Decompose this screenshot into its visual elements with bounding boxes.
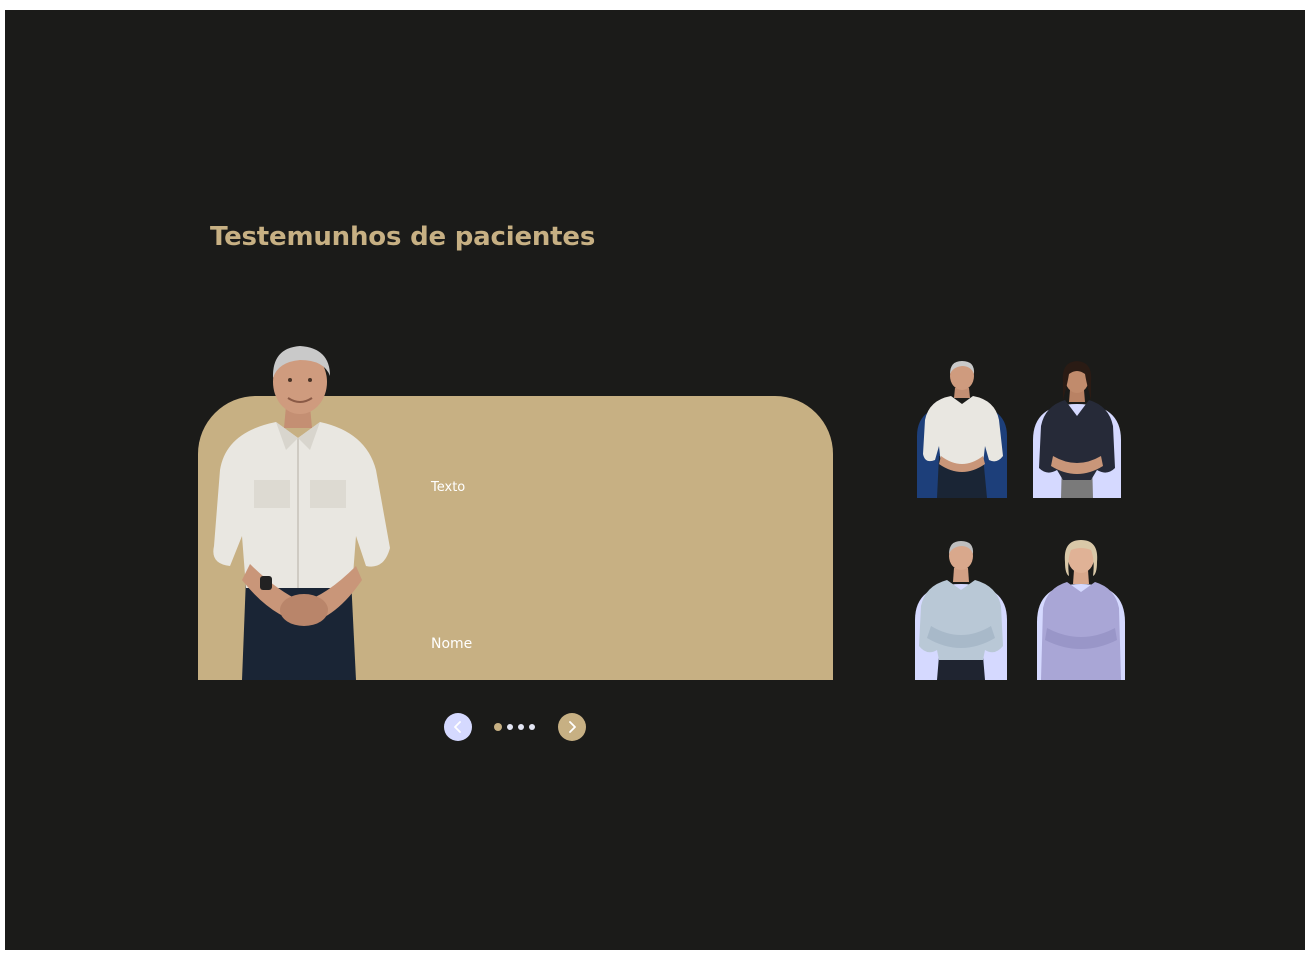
patient-thumbnail-2[interactable] [1033,360,1121,498]
carousel-dot[interactable] [507,724,513,730]
carousel-dot[interactable] [494,723,502,731]
carousel-prev-button[interactable] [444,713,472,741]
chevron-right-icon [569,721,576,733]
testimonial-text: Texto [431,480,466,495]
carousel-dots [494,723,535,731]
patient-thumbnail-1[interactable] [917,360,1007,498]
carousel-next-button[interactable] [558,713,586,741]
carousel-dot[interactable] [529,724,535,730]
chevron-left-icon [454,721,461,733]
patient-thumbnail-3[interactable] [915,540,1007,680]
testimonial-name: Nome [431,636,473,652]
featured-patient-photo [213,346,390,680]
testimonials-page: Testemunhos de pacientes Texto Nome [5,10,1305,950]
carousel-dot[interactable] [518,724,524,730]
patient-thumbnail-4[interactable] [1037,538,1125,680]
section-title: Testemunhos de pacientes [210,222,596,252]
